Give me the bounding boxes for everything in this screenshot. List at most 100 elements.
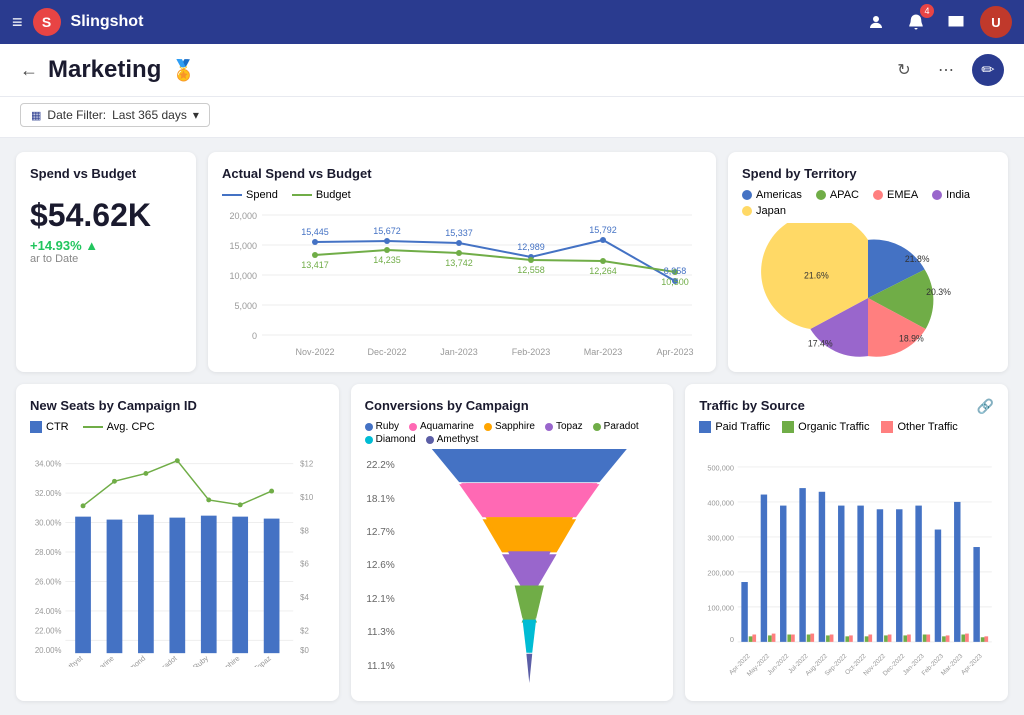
svg-text:Apr-2023: Apr-2023 — [960, 652, 984, 676]
organic-label: Organic Traffic — [798, 421, 869, 433]
funnel-legend: Ruby Aquamarine Sapphire Topaz Paradot — [365, 421, 660, 445]
svg-text:10,500: 10,500 — [661, 277, 689, 287]
edit-button[interactable]: ✏ — [972, 54, 1004, 86]
svg-text:13,417: 13,417 — [301, 260, 329, 270]
traffic-bar-chart: 500,000 400,000 300,000 200,000 100,000 … — [699, 439, 994, 679]
back-button[interactable]: ← — [20, 60, 38, 81]
svg-text:20,000: 20,000 — [229, 211, 257, 221]
svg-text:10,000: 10,000 — [229, 271, 257, 281]
notifications-icon[interactable]: 4 — [900, 6, 932, 38]
svg-text:12,989: 12,989 — [517, 242, 545, 252]
spend-legend-label: Spend — [246, 189, 278, 201]
page-title-row: ← Marketing 🏅 — [20, 56, 196, 84]
amethyst-legend: Amethyst — [426, 434, 479, 445]
hamburger-menu[interactable]: ≡ — [12, 12, 23, 33]
svg-text:0: 0 — [252, 331, 257, 341]
spend-line-chart: 20,000 15,000 10,000 5,000 0 Nov-2022 De… — [222, 205, 702, 360]
header-actions: ↻ ⋯ ✏ — [888, 54, 1004, 86]
aquamarine-dot — [409, 423, 417, 431]
app-logo: S — [33, 8, 61, 36]
svg-text:5,000: 5,000 — [234, 301, 257, 311]
svg-text:Amethyst: Amethyst — [55, 654, 84, 667]
budget-legend-label: Budget — [316, 189, 351, 201]
svg-text:26.00%: 26.00% — [35, 577, 62, 586]
funnel-label-6: 11.3% — [365, 627, 395, 638]
conversions-card: Conversions by Campaign Ruby Aquamarine … — [351, 384, 674, 701]
link-icon[interactable]: 🔗 — [977, 398, 994, 415]
filter-bar: ▦ Date Filter: Last 365 days ▾ — [0, 97, 1024, 138]
bar-paradot — [169, 518, 185, 654]
funnel-label-1: 22.2% — [365, 460, 395, 471]
paradot-label: Paradot — [604, 421, 639, 432]
india-dot — [932, 190, 942, 200]
other-legend: Other Traffic — [881, 421, 957, 433]
paid-legend: Paid Traffic — [699, 421, 770, 433]
sapphire-legend: Sapphire — [484, 421, 535, 432]
apac-label: APAC — [830, 189, 859, 201]
user-profile-icon[interactable] — [860, 6, 892, 38]
refresh-button[interactable]: ↻ — [888, 54, 920, 86]
svg-text:Dec-2022: Dec-2022 — [367, 347, 406, 357]
date-filter-chip[interactable]: ▦ Date Filter: Last 365 days ▾ — [20, 103, 210, 127]
svg-text:15,792: 15,792 — [589, 225, 617, 235]
filter-label: Date Filter: — [47, 108, 106, 122]
amethyst-dot — [426, 436, 434, 444]
japan-dot — [742, 206, 752, 216]
top-navigation: ≡ S Slingshot 4 U — [0, 0, 1024, 44]
budget-legend-item: Budget — [292, 189, 351, 201]
budget-legend-dot — [292, 194, 312, 196]
traffic-card: Traffic by Source 🔗 Paid Traffic Organic… — [685, 384, 1008, 701]
page-title: Marketing — [48, 56, 161, 84]
spend-change: +14.93% ▲ — [30, 238, 182, 253]
ruby-dot — [365, 423, 373, 431]
dashboard: Spend vs Budget $54.62K +14.93% ▲ ar to … — [0, 138, 1024, 715]
svg-text:400,000: 400,000 — [708, 499, 735, 508]
svg-text:28.00%: 28.00% — [35, 548, 62, 557]
traffic-legend: Paid Traffic Organic Traffic Other Traff… — [699, 421, 994, 433]
more-options-button[interactable]: ⋯ — [930, 54, 962, 86]
bar-diamond — [138, 515, 154, 653]
apac-dot — [816, 190, 826, 200]
ruby-legend: Ruby — [365, 421, 399, 432]
cpc-dot — [83, 426, 103, 428]
svg-text:32.00%: 32.00% — [35, 489, 62, 498]
svg-text:21.8%: 21.8% — [905, 254, 930, 264]
bar-sapphire — [232, 517, 248, 654]
seats-bar-chart: 34.00% 32.00% 30.00% 28.00% 26.00% 24.00… — [30, 437, 325, 667]
pie-legend: Americas APAC EMEA India Japan — [742, 189, 994, 217]
ruby-label: Ruby — [376, 421, 399, 432]
topaz-legend: Topaz — [545, 421, 583, 432]
emea-label: EMEA — [887, 189, 918, 201]
india-legend: India — [932, 189, 970, 201]
svg-text:15,672: 15,672 — [373, 226, 401, 236]
ctr-legend: CTR — [30, 421, 69, 433]
spend-vs-budget-card: Spend vs Budget $54.62K +14.93% ▲ ar to … — [16, 152, 196, 372]
svg-text:0: 0 — [730, 635, 734, 644]
americas-label: Americas — [756, 189, 802, 201]
topaz-label: Topaz — [556, 421, 583, 432]
messages-icon[interactable] — [940, 6, 972, 38]
svg-text:12,264: 12,264 — [589, 266, 617, 276]
apac-legend: APAC — [816, 189, 859, 201]
aquamarine-label: Aquamarine — [420, 421, 474, 432]
svg-text:Feb-2023: Feb-2023 — [512, 347, 551, 357]
spend-territory-title: Spend by Territory — [742, 166, 994, 181]
svg-text:$2: $2 — [300, 627, 309, 636]
cpc-legend: Avg. CPC — [83, 421, 155, 433]
svg-text:20.3%: 20.3% — [926, 287, 951, 297]
svg-text:$0: $0 — [300, 646, 309, 655]
spend-territory-card: Spend by Territory Americas APAC EMEA In… — [728, 152, 1008, 372]
other-dot — [881, 421, 893, 433]
india-label: India — [946, 189, 970, 201]
svg-text:$8: $8 — [300, 526, 309, 535]
svg-text:Diamond: Diamond — [119, 654, 147, 667]
avatar[interactable]: U — [980, 6, 1012, 38]
spend-vs-budget-title: Spend vs Budget — [30, 166, 182, 181]
actual-spend-card: Actual Spend vs Budget Spend Budget — [208, 152, 716, 372]
bar-ruby — [201, 516, 217, 654]
paradot-dot — [593, 423, 601, 431]
svg-text:$4: $4 — [300, 593, 309, 602]
top-row: Spend vs Budget $54.62K +14.93% ▲ ar to … — [16, 152, 1008, 372]
svg-text:24.00%: 24.00% — [35, 607, 62, 616]
topaz-dot — [545, 423, 553, 431]
